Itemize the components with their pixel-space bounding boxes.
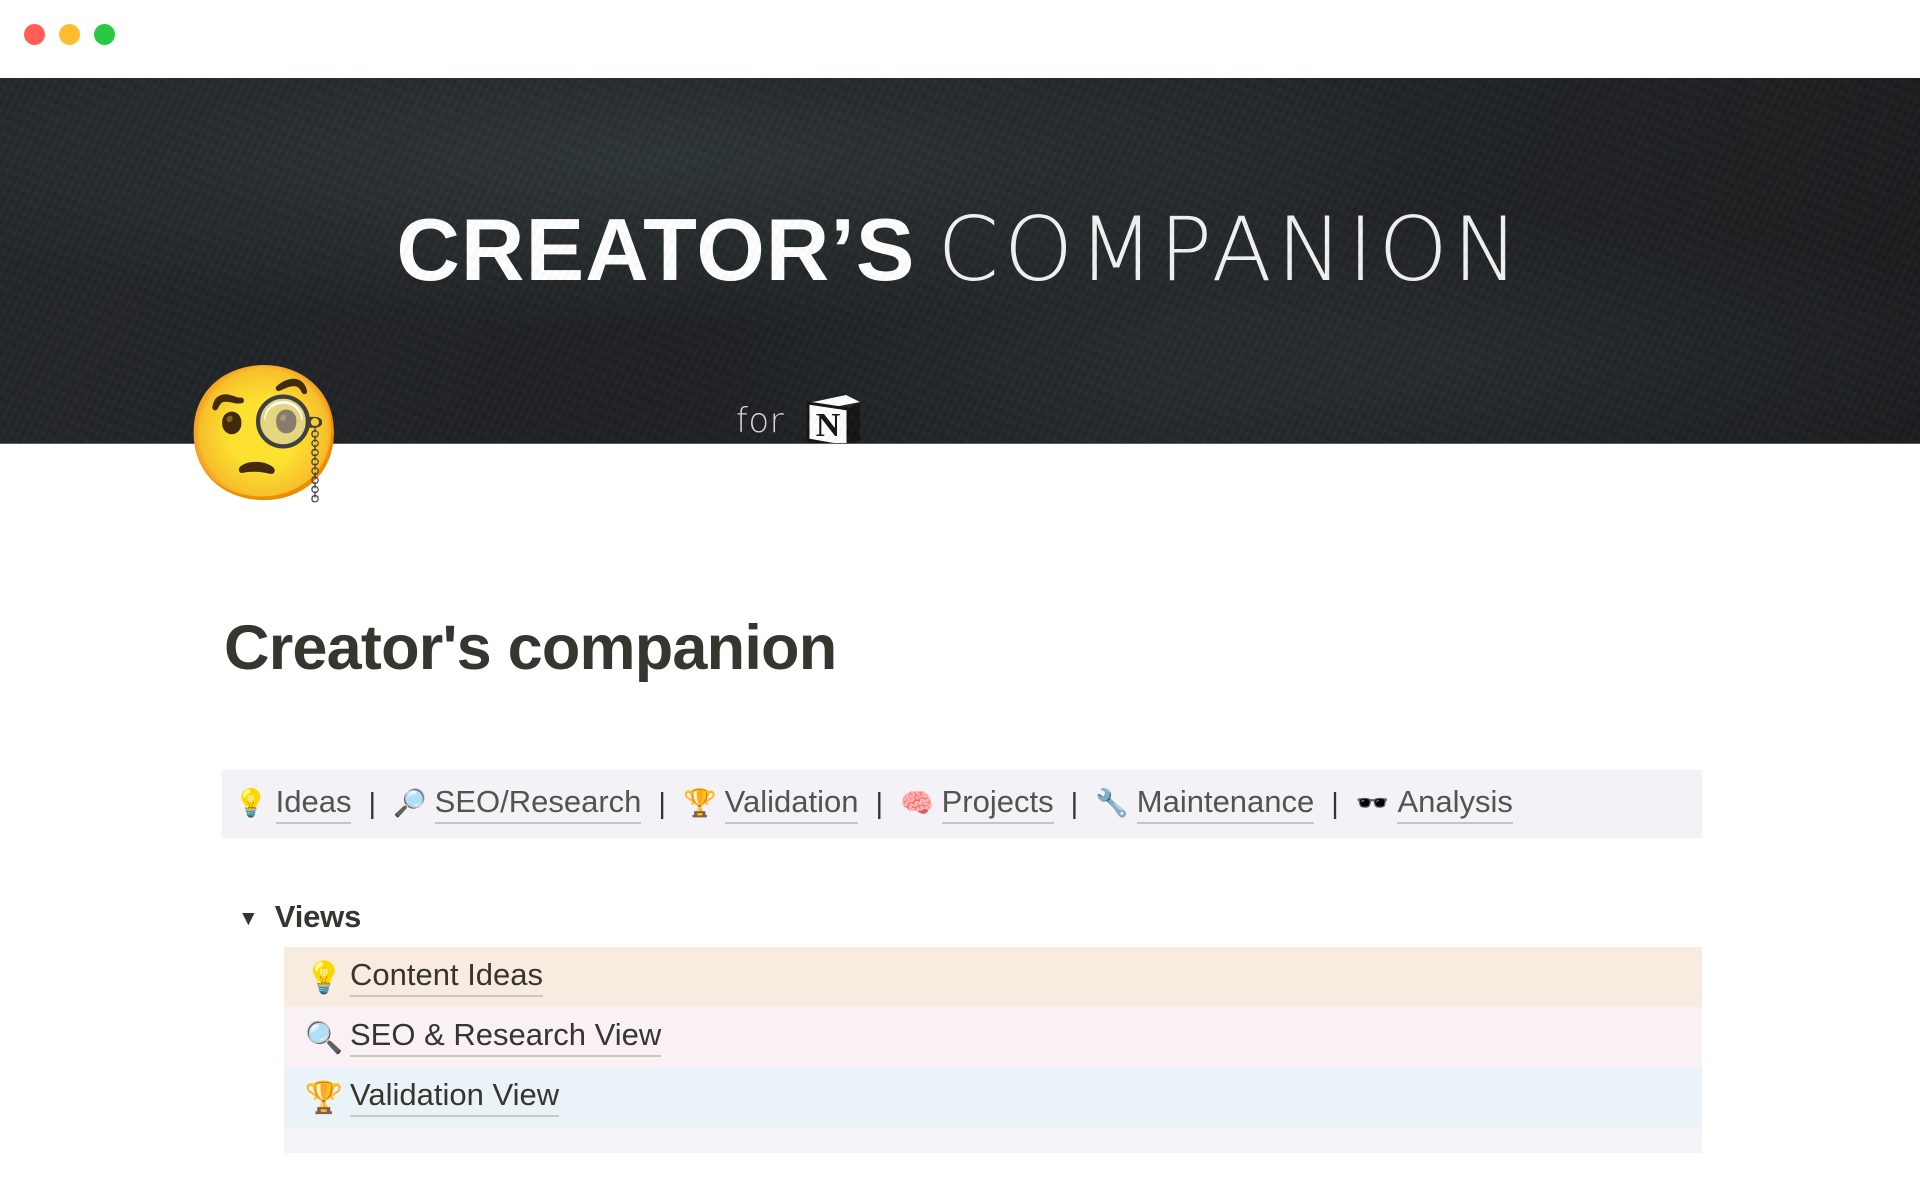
trophy-icon: 🏆	[682, 788, 717, 819]
view-label-seo-research-view: SEO & Research View	[350, 1017, 662, 1058]
magnifying-glass-icon: 🔎	[393, 788, 427, 819]
quick-nav-item-ideas[interactable]: 💡 Ideas	[234, 784, 352, 825]
quick-nav-label-projects: Projects	[941, 784, 1054, 825]
view-row-content-ideas[interactable]: 💡 Content Ideas	[284, 947, 1702, 1007]
page-title[interactable]: Creator's companion	[224, 613, 837, 683]
svg-text:N: N	[816, 407, 841, 444]
quick-nav-label-validation: Validation	[724, 784, 859, 825]
notion-logo-icon: N	[802, 390, 864, 444]
quick-nav-label-ideas: Ideas	[275, 784, 352, 825]
view-row-validation-view[interactable]: 🏆 Validation View	[284, 1067, 1702, 1127]
quick-nav-item-maintenance[interactable]: 🔧 Maintenance	[1095, 784, 1315, 825]
quick-nav-label-seo-research: SEO/Research	[434, 784, 642, 825]
quick-nav-item-analysis[interactable]: 🕶️ Analysis	[1356, 784, 1513, 825]
window-titlebar	[0, 0, 1920, 78]
maximize-window-button[interactable]	[94, 24, 115, 45]
light-bulb-icon: 💡	[234, 788, 268, 819]
minimize-window-button[interactable]	[59, 24, 80, 45]
views-list: 💡 Content Ideas 🔍 SEO & Research View 🏆 …	[284, 947, 1702, 1153]
views-toggle-header[interactable]: ▼ Views	[238, 899, 361, 935]
cover-logo-bold-text: CREATOR’S	[396, 200, 916, 299]
brain-icon: 🧠	[899, 788, 934, 819]
quick-nav-item-validation[interactable]: 🏆 Validation	[682, 784, 859, 825]
sunglasses-icon: 🕶️	[1355, 788, 1390, 819]
quick-nav-separator: |	[1070, 787, 1079, 820]
quick-nav-bar: 💡 Ideas | 🔎 SEO/Research | 🏆 Validation …	[222, 770, 1702, 838]
traffic-light-group	[24, 24, 115, 45]
page-body: Creator's companion 💡 Ideas | 🔎 SEO/Rese…	[0, 444, 1920, 1200]
light-bulb-icon: 💡	[304, 959, 344, 995]
page-icon-emoji[interactable]: 🧐	[182, 360, 346, 508]
quick-nav-label-maintenance: Maintenance	[1136, 784, 1315, 825]
quick-nav-separator: |	[658, 787, 666, 820]
cover-logo-thin-text: COMPANION	[937, 198, 1524, 301]
view-label-validation-view: Validation View	[350, 1077, 560, 1118]
quick-nav-separator: |	[1331, 787, 1339, 820]
cover-logo-wordmark: CREATOR’S COMPANION	[0, 206, 1920, 294]
wrench-icon: 🔧	[1095, 788, 1129, 819]
quick-nav-item-seo-research[interactable]: 🔎 SEO/Research	[393, 784, 642, 825]
magnifying-glass-left-icon: 🔍	[304, 1019, 344, 1055]
view-label-content-ideas: Content Ideas	[350, 957, 544, 998]
views-toggle-title: Views	[274, 899, 362, 934]
view-row-seo-research-view[interactable]: 🔍 SEO & Research View	[284, 1007, 1702, 1067]
chevron-down-icon[interactable]: ▼	[238, 908, 259, 929]
view-row-partial[interactable]	[284, 1127, 1702, 1153]
quick-nav-item-projects[interactable]: 🧠 Projects	[900, 784, 1054, 825]
quick-nav-separator: |	[368, 787, 377, 820]
quick-nav-label-analysis: Analysis	[1397, 784, 1513, 825]
cover-for-label: for	[735, 401, 785, 441]
close-window-button[interactable]	[24, 24, 45, 45]
trophy-icon: 🏆	[304, 1079, 344, 1115]
quick-nav-separator: |	[875, 787, 883, 820]
